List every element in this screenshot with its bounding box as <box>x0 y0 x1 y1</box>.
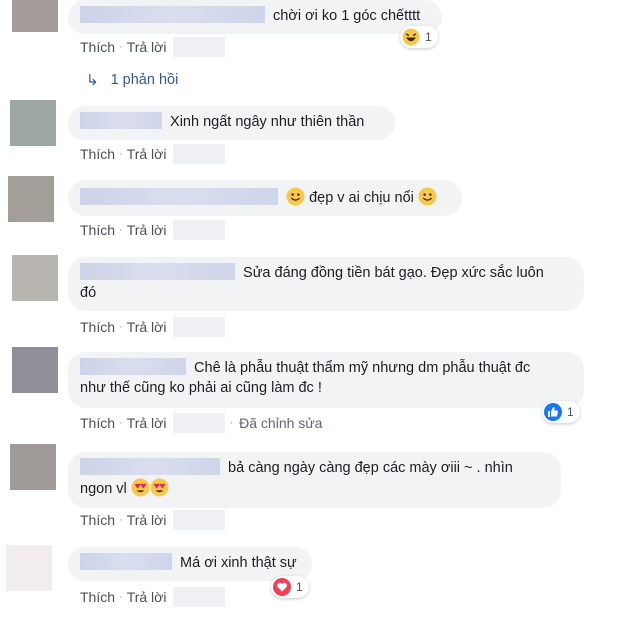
author-name[interactable] <box>80 553 172 570</box>
comment-actions: Thích · Trả lời <box>80 510 226 530</box>
like-link[interactable]: Thích <box>80 589 115 605</box>
comment-bubble: Xinh ngất ngây như thiên thần <box>68 106 395 140</box>
comment-bubble: đẹp v ai chịu nổi <box>68 180 462 216</box>
avatar[interactable] <box>12 255 58 301</box>
avatar[interactable] <box>10 100 56 146</box>
comment-bubble: Sửa đáng đồng tiền bát gạo. Đẹp xức sắc … <box>68 257 584 311</box>
reply-link[interactable]: Trả lời <box>127 39 167 55</box>
comment-actions: Thích · Trả lời <box>80 37 226 57</box>
avatar[interactable] <box>10 444 56 490</box>
comment-bubble: Má ơi xinh thật sự <box>68 547 312 581</box>
comment-text: đẹp v ai chịu nổi <box>309 190 414 206</box>
reaction-badge[interactable]: 1 <box>271 576 309 598</box>
comment-actions: Thích · Trả lời <box>80 144 226 164</box>
like-link[interactable]: Thích <box>80 319 115 335</box>
author-name[interactable] <box>80 6 265 23</box>
comment-actions: Thích · Trả lời <box>80 587 226 607</box>
comment-text-line1: Chê là phẫu thuật thẩm mỹ nhưng dm phẫu … <box>194 360 531 376</box>
smile-emoji-icon <box>418 187 437 206</box>
separator-dot: · <box>119 321 123 333</box>
comment-actions: Thích · Trả lời · Đã chỉnh sửa <box>80 413 322 433</box>
comment-text-line1: bả càng ngày càng đẹp các mày ơiii ~ . n… <box>228 460 513 476</box>
timestamp[interactable] <box>173 510 226 530</box>
comment-text-line2: như thế cũng ko phải ai cũng làm đc ! <box>80 380 322 396</box>
author-name[interactable] <box>80 263 235 280</box>
edited-label[interactable]: Đã chỉnh sửa <box>239 415 322 431</box>
comment-actions: Thích · Trả lời <box>80 317 226 337</box>
like-link[interactable]: Thích <box>80 512 115 528</box>
separator-dot: · <box>119 417 123 429</box>
avatar[interactable] <box>8 176 54 222</box>
haha-emoji-icon <box>402 28 420 46</box>
reaction-badge[interactable]: 1 <box>400 26 438 48</box>
comment-text-line2: đó <box>80 285 97 301</box>
author-name[interactable] <box>80 188 278 205</box>
timestamp[interactable] <box>173 317 226 337</box>
reply-link[interactable]: Trả lời <box>127 589 167 605</box>
like-link[interactable]: Thích <box>80 146 115 162</box>
like-thumb-icon <box>544 403 562 421</box>
like-link[interactable]: Thích <box>80 222 115 238</box>
reaction-count: 1 <box>296 580 303 594</box>
avatar[interactable] <box>12 347 58 393</box>
avatar[interactable] <box>6 545 52 591</box>
timestamp[interactable] <box>173 587 226 607</box>
comment-text: Xinh ngất ngây như thiên thần <box>170 114 365 130</box>
reaction-count: 1 <box>567 405 574 419</box>
reply-link[interactable]: Trả lời <box>127 319 167 335</box>
comment-text-line1: Sửa đáng đồng tiền bát gạo. Đẹp xức sắc … <box>243 265 544 281</box>
replies-count-label: 1 phản hồi <box>110 72 179 88</box>
reply-arrow-icon: ↳ <box>86 72 99 89</box>
separator-dot: · <box>119 148 123 160</box>
timestamp[interactable] <box>173 144 226 164</box>
comment-bubble: chời ơi ko 1 góc chếtttt <box>68 0 442 34</box>
author-name[interactable] <box>80 112 162 129</box>
comment-bubble: bả càng ngày càng đẹp các mày ơiii ~ . n… <box>68 452 561 508</box>
comment-text-line2: ngon vl <box>80 481 127 497</box>
like-link[interactable]: Thích <box>80 39 115 55</box>
timestamp[interactable] <box>173 37 226 57</box>
reply-link[interactable]: Trả lời <box>127 415 167 431</box>
timestamp[interactable] <box>173 220 226 240</box>
comment-actions: Thích · Trả lời <box>80 220 226 240</box>
reply-link[interactable]: Trả lời <box>127 512 167 528</box>
separator-dot: · <box>119 514 123 526</box>
smile-emoji-icon <box>286 187 305 206</box>
author-name[interactable] <box>80 458 220 475</box>
view-replies-link[interactable]: ↳ 1 phản hồi <box>86 71 178 89</box>
heart-eyes-emoji-icon <box>150 478 169 497</box>
reply-link[interactable]: Trả lời <box>127 146 167 162</box>
separator-dot: · <box>229 417 234 429</box>
reaction-count: 1 <box>425 30 432 44</box>
reaction-badge[interactable]: 1 <box>542 401 580 423</box>
timestamp[interactable] <box>173 413 226 433</box>
comment-text: Má ơi xinh thật sự <box>180 555 297 571</box>
comment-text: chời ơi ko 1 góc chếtttt <box>273 8 421 24</box>
author-name[interactable] <box>80 358 186 375</box>
separator-dot: · <box>119 41 123 53</box>
comment-bubble: Chê là phẫu thuật thẩm mỹ nhưng dm phẫu … <box>68 352 584 408</box>
reply-link[interactable]: Trả lời <box>127 222 167 238</box>
like-link[interactable]: Thích <box>80 415 115 431</box>
separator-dot: · <box>119 224 123 236</box>
separator-dot: · <box>119 591 123 603</box>
love-heart-icon <box>273 578 291 596</box>
heart-eyes-emoji-icon <box>131 478 150 497</box>
avatar[interactable] <box>12 0 58 32</box>
